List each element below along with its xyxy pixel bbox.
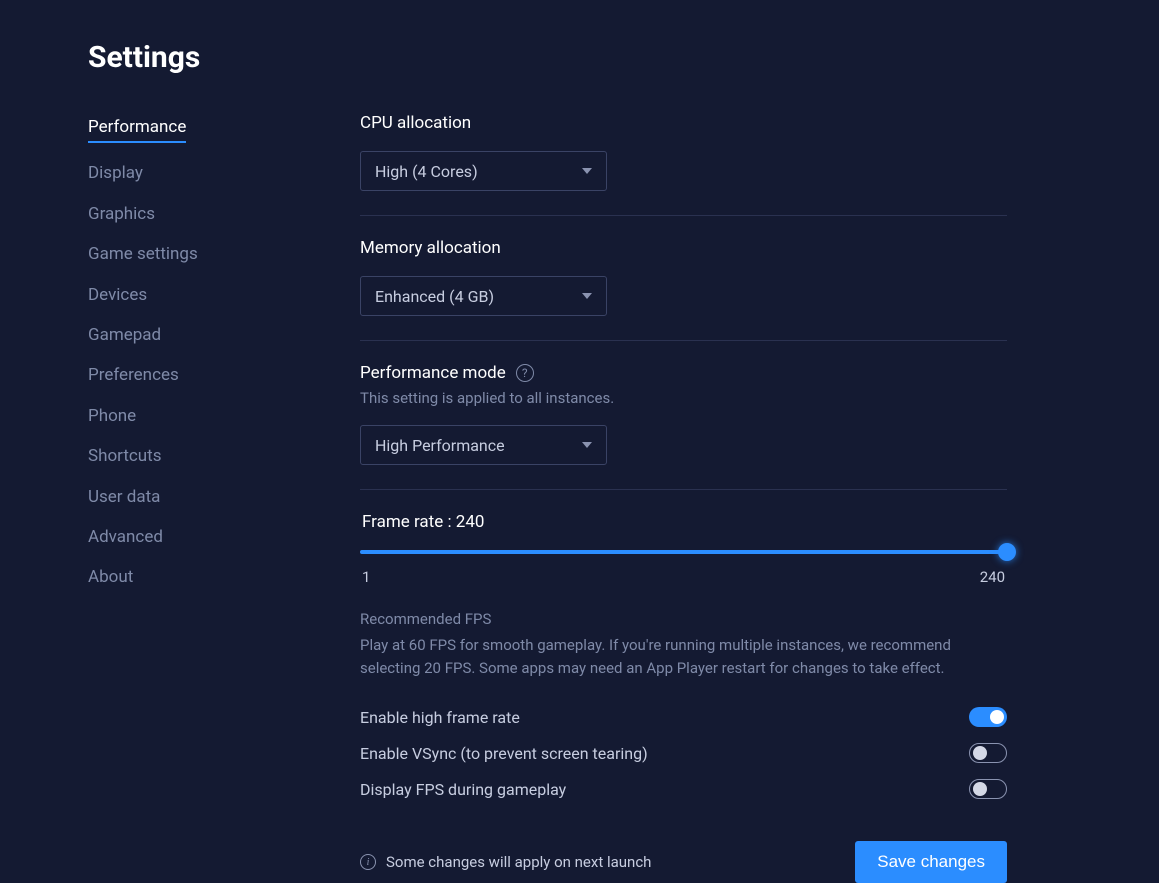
display-fps-label: Display FPS during gameplay [360, 780, 566, 799]
frame-rate-max: 240 [980, 568, 1005, 586]
high-frame-rate-row: Enable high frame rate [360, 699, 1007, 735]
chevron-down-icon [582, 293, 592, 299]
performance-mode-select[interactable]: High Performance [360, 425, 607, 465]
footer: i Some changes will apply on next launch… [360, 841, 1007, 883]
sidebar-item-game-settings[interactable]: Game settings [88, 244, 198, 264]
cpu-allocation-section: CPU allocation High (4 Cores) [360, 113, 1007, 216]
chevron-down-icon [582, 442, 592, 448]
display-fps-row: Display FPS during gameplay [360, 771, 1007, 807]
display-fps-toggle[interactable] [969, 779, 1007, 799]
sidebar-item-graphics[interactable]: Graphics [88, 204, 155, 224]
recommended-fps-text: Play at 60 FPS for smooth gameplay. If y… [360, 634, 1007, 679]
sidebar-item-shortcuts[interactable]: Shortcuts [88, 446, 162, 466]
memory-allocation-value: Enhanced (4 GB) [375, 287, 494, 306]
performance-mode-value: High Performance [375, 436, 505, 455]
sidebar-item-preferences[interactable]: Preferences [88, 365, 179, 385]
performance-mode-label: Performance mode [360, 363, 506, 383]
high-frame-rate-toggle[interactable] [969, 707, 1007, 727]
settings-sidebar: Performance Display Graphics Game settings D… [88, 113, 360, 883]
cpu-allocation-label: CPU allocation [360, 113, 1007, 133]
sidebar-item-gamepad[interactable]: Gamepad [88, 325, 161, 345]
frame-rate-label: Frame rate : 240 [360, 512, 1007, 532]
memory-allocation-label: Memory allocation [360, 238, 1007, 258]
cpu-allocation-value: High (4 Cores) [375, 162, 478, 181]
vsync-label: Enable VSync (to prevent screen tearing) [360, 744, 648, 763]
sidebar-item-about[interactable]: About [88, 567, 133, 587]
chevron-down-icon [582, 168, 592, 174]
vsync-toggle[interactable] [969, 743, 1007, 763]
high-frame-rate-label: Enable high frame rate [360, 708, 520, 727]
frame-rate-min: 1 [362, 568, 370, 586]
performance-mode-section: Performance mode ? This setting is appli… [360, 363, 1007, 490]
slider-thumb[interactable] [998, 543, 1016, 561]
sidebar-item-user-data[interactable]: User data [88, 487, 160, 507]
page-title: Settings [88, 40, 1159, 75]
sidebar-item-advanced[interactable]: Advanced [88, 527, 163, 547]
sidebar-item-phone[interactable]: Phone [88, 406, 136, 426]
sidebar-item-display[interactable]: Display [88, 163, 143, 183]
footer-note-text: Some changes will apply on next launch [386, 853, 651, 871]
save-changes-button[interactable]: Save changes [855, 841, 1007, 883]
recommended-fps-title: Recommended FPS [360, 610, 1007, 628]
memory-allocation-select[interactable]: Enhanced (4 GB) [360, 276, 607, 316]
cpu-allocation-select[interactable]: High (4 Cores) [360, 151, 607, 191]
settings-content: CPU allocation High (4 Cores) Memory all… [360, 113, 1159, 883]
memory-allocation-section: Memory allocation Enhanced (4 GB) [360, 238, 1007, 341]
info-icon: i [360, 854, 376, 870]
frame-rate-section: Frame rate : 240 1 240 Recommended FPS P… [360, 512, 1007, 807]
sidebar-item-devices[interactable]: Devices [88, 285, 147, 305]
performance-mode-note: This setting is applied to all instances… [360, 389, 1007, 407]
vsync-row: Enable VSync (to prevent screen tearing) [360, 735, 1007, 771]
frame-rate-slider[interactable] [360, 542, 1007, 562]
help-icon[interactable]: ? [516, 364, 534, 382]
sidebar-item-performance[interactable]: Performance [88, 117, 186, 143]
